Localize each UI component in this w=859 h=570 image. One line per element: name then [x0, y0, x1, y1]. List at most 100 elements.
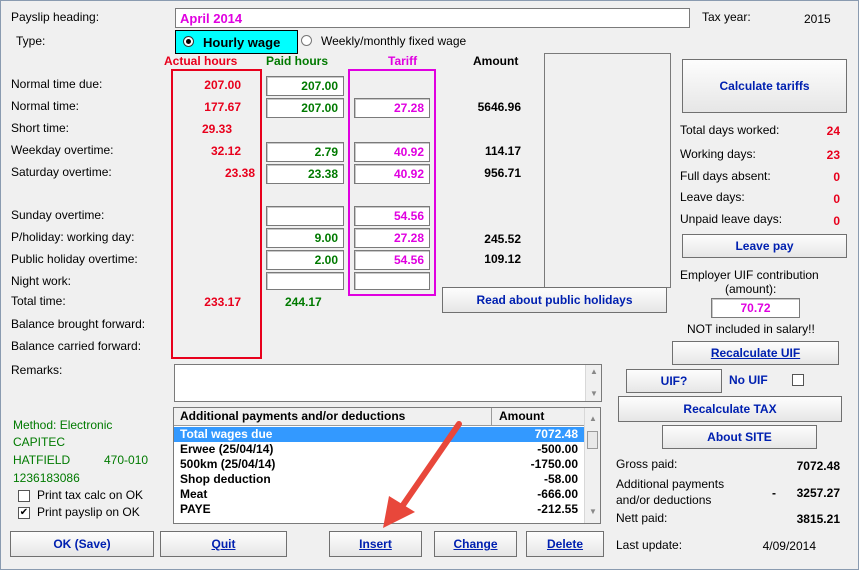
list-item-amount: -58.00	[543, 472, 578, 486]
gross-paid-value: 7072.48	[796, 459, 840, 473]
actual-total-time: 233.17	[204, 295, 241, 309]
recalculate-tax-button[interactable]: Recalculate TAX	[618, 396, 842, 422]
tariff-normal-time-input[interactable]: 27.28	[354, 98, 430, 118]
paid-holiday-working-input[interactable]: 9.00	[266, 228, 344, 248]
quit-button[interactable]: Quit	[160, 531, 287, 557]
amount-header: Amount	[473, 54, 519, 68]
scroll-thumb[interactable]	[587, 431, 598, 449]
uif-label-1: Employer UIF contribution	[680, 268, 819, 282]
list-item-desc: Erwee (25/04/14)	[180, 442, 274, 456]
actual-normal-time-due: 207.00	[204, 78, 241, 92]
tariff-sunday-overtime-input[interactable]: 54.56	[354, 206, 430, 226]
print-payslip-checkbox[interactable]: ✔	[18, 507, 30, 519]
paid-normal-time-input[interactable]: 207.00	[266, 98, 344, 118]
uif-question-button[interactable]: UIF?	[626, 369, 722, 393]
list-item-desc: 500km (25/04/14)	[180, 457, 276, 471]
scroll-down-icon: ▼	[590, 389, 598, 398]
actual-saturday-overtime: 23.38	[224, 166, 255, 180]
leave-pay-button[interactable]: Leave pay	[682, 234, 847, 258]
additional-label-2: and/or deductions	[616, 493, 712, 507]
scroll-up-icon: ▲	[589, 414, 597, 423]
tax-year-label: Tax year:	[702, 10, 751, 24]
last-update-value: 4/09/2014	[762, 539, 816, 553]
tariff-night-work-input[interactable]	[354, 272, 430, 290]
payslip-heading-value: April 2014	[180, 11, 243, 26]
leave-days-label: Leave days:	[680, 190, 745, 204]
list-item-desc: Meat	[180, 487, 208, 501]
list-item-desc: PAYE	[180, 502, 211, 516]
row-label: Total time:	[11, 294, 66, 308]
nett-paid-value: 3815.21	[796, 512, 840, 526]
paid-weekday-overtime-input[interactable]: 2.79	[266, 142, 344, 162]
calendar-panel	[544, 53, 671, 288]
bank-branch: HATFIELD	[13, 453, 71, 467]
tariff-holiday-working-input[interactable]: 27.28	[354, 228, 430, 248]
not-included-note: NOT included in salary!!	[687, 322, 815, 336]
paid-holiday-overtime-input[interactable]: 2.00	[266, 250, 344, 270]
remarks-label: Remarks:	[11, 363, 63, 377]
list-item-desc: Total wages due	[180, 427, 273, 441]
about-site-button[interactable]: About SITE	[662, 425, 817, 449]
amount-holiday-working: 245.52	[484, 232, 521, 246]
type-hourly-label: Hourly wage	[203, 35, 281, 50]
scroll-down-icon: ▼	[589, 507, 597, 516]
payslip-window: Payslip heading: April 2014 Tax year: 20…	[0, 0, 859, 570]
list-item-amount: -212.55	[537, 502, 578, 516]
full-days-absent-value: 0	[833, 170, 840, 184]
insert-button[interactable]: Insert	[329, 531, 422, 557]
working-days-label: Working days:	[680, 147, 756, 161]
remarks-scrollbar[interactable]: ▲ ▼	[585, 365, 601, 401]
type-hourly-radio[interactable]: Hourly wage	[175, 30, 298, 54]
gross-paid-label: Gross paid:	[616, 457, 678, 471]
payments-scrollbar[interactable]: ▲ ▼	[584, 408, 600, 523]
payslip-heading-input[interactable]: April 2014	[175, 8, 690, 28]
no-uif-checkbox[interactable]	[792, 374, 804, 386]
change-button[interactable]: Change	[434, 531, 517, 557]
row-label: Night work:	[11, 274, 72, 288]
recalculate-uif-button[interactable]: Recalculate UIF	[672, 341, 839, 365]
annotation-arrow-icon	[383, 421, 462, 528]
last-update-label: Last update:	[616, 538, 683, 552]
paid-sunday-overtime-input[interactable]	[266, 206, 344, 226]
paid-normal-time-due-input[interactable]: 207.00	[266, 76, 344, 96]
list-item-amount: -666.00	[537, 487, 578, 501]
amount-weekday-overtime: 114.17	[484, 144, 521, 158]
print-tax-calc-checkbox[interactable]	[18, 490, 30, 502]
tariff-holiday-overtime-input[interactable]: 54.56	[354, 250, 430, 270]
actual-short-time: 29.33	[201, 122, 232, 136]
delete-button[interactable]: Delete	[526, 531, 604, 557]
row-label: Normal time:	[11, 99, 80, 113]
amount-saturday-overtime: 956.71	[484, 166, 521, 180]
scroll-up-icon: ▲	[590, 367, 598, 376]
ok-save-button[interactable]: OK (Save)	[10, 531, 154, 557]
tariff-weekday-overtime-input[interactable]: 40.92	[354, 142, 430, 162]
tariff-saturday-overtime-input[interactable]: 40.92	[354, 164, 430, 184]
calculate-tariffs-button[interactable]: Calculate tariffs	[682, 59, 847, 113]
row-label: Sunday overtime:	[11, 208, 105, 222]
additional-value: 3257.27	[796, 486, 840, 500]
leave-days-value: 0	[833, 192, 840, 206]
row-label: Normal time due:	[11, 77, 103, 91]
paid-night-work-input[interactable]	[266, 272, 344, 290]
uif-amount-input[interactable]: 70.72	[711, 298, 800, 318]
checkmark-icon: ✔	[19, 507, 29, 518]
tax-year-value: 2015	[804, 12, 831, 26]
read-public-holidays-button[interactable]: Read about public holidays	[442, 287, 667, 313]
actual-normal-time: 177.67	[204, 100, 241, 114]
amount-normal-time: 5646.96	[477, 100, 521, 114]
payslip-heading-label: Payslip heading:	[11, 10, 100, 24]
payments-amount-header: Amount	[499, 409, 545, 423]
list-item-desc: Shop deduction	[180, 472, 271, 486]
actual-weekday-overtime: 32.12	[210, 144, 241, 158]
row-label: Balance carried forward:	[11, 339, 142, 353]
remarks-textarea[interactable]: ▲ ▼	[174, 364, 602, 402]
row-label: Public holiday overtime:	[11, 252, 138, 266]
paid-saturday-overtime-input[interactable]: 23.38	[266, 164, 344, 184]
type-weekly-radio[interactable]	[301, 35, 312, 46]
full-days-absent-label: Full days absent:	[680, 169, 771, 183]
type-weekly-label: Weekly/monthly fixed wage	[321, 34, 467, 48]
paid-hours-header: Paid hours	[266, 54, 329, 68]
additional-sign: -	[772, 486, 776, 500]
uif-label-2: (amount):	[725, 282, 777, 296]
list-item-amount: 7072.48	[534, 427, 578, 441]
